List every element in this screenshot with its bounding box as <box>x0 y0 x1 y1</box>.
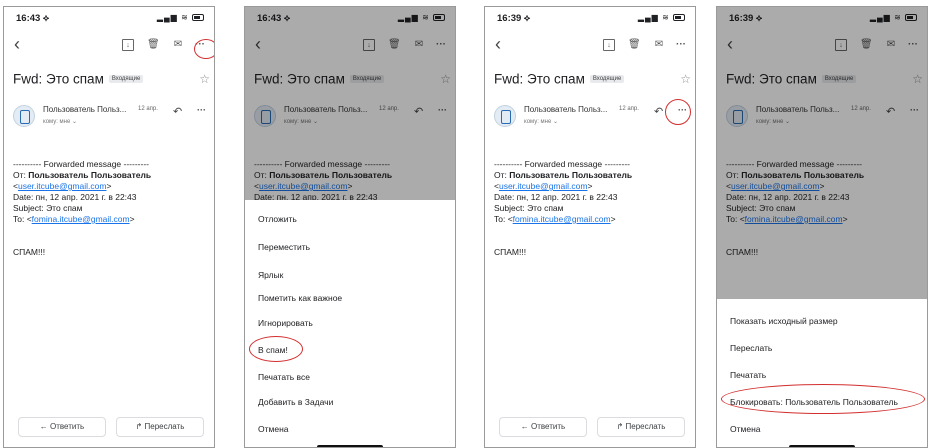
email-body: ---------- Forwarded message --------- О… <box>13 159 213 258</box>
menu-item-cancel[interactable]: Отмена <box>730 424 761 434</box>
from-line: От: Пользователь Пользователь <box>494 170 633 180</box>
email-date: 12 апр. <box>138 106 158 112</box>
to-line: To: <fomina.itcube@gmail.com> <box>13 214 135 224</box>
menu-item-snooze[interactable]: Отложить <box>258 214 297 224</box>
highlight-circle-spam <box>249 336 303 362</box>
battery-icon <box>192 14 204 22</box>
wifi-icon: ≋ <box>181 13 189 22</box>
actions-sheet: Отложить Переместить Ярлык Пометить как … <box>245 200 455 447</box>
screen-2-actions-menu: 16:43 ⟡ ▂▄▆ ≋ ‹ ↓ 🗑 ✉ ··· Fwd: Это спам В… <box>244 6 456 448</box>
bottom-actions: ← Ответить ↱ Переслать <box>485 417 695 443</box>
menu-item-label[interactable]: Ярлык <box>258 270 283 280</box>
sender-row: Пользователь Польз... 12 апр. кому: мне … <box>494 103 694 133</box>
menu-item-show-original-size[interactable]: Показать исходный размер <box>730 316 838 326</box>
menu-item-mark-important[interactable]: Пометить как важное <box>258 293 342 303</box>
menu-item-mute[interactable]: Игнорировать <box>258 318 313 328</box>
sender-name: Пользователь Польз... <box>43 105 127 114</box>
email-subject: Fwd: Это спам Входящие ☆ <box>13 70 213 90</box>
forward-header: ---------- Forwarded message --------- <box>13 159 149 169</box>
inbox-label-badge[interactable]: Входящие <box>589 74 625 83</box>
sender-name: Пользователь Польз... <box>524 105 608 114</box>
battery-icon <box>673 14 685 22</box>
from-email-line: <user.itcube@gmail.com> <box>13 181 112 191</box>
star-icon[interactable]: ☆ <box>680 72 691 86</box>
message-actions-sheet: Показать исходный размер Переслать Печат… <box>717 299 927 447</box>
status-time: 16:39 ⟡ <box>497 13 531 24</box>
screen-3-email-view: 16:39 ⟡ ▂▄▆ ≋ ‹ ↓ 🗑 ✉ ··· Fwd: Это спам В… <box>484 6 696 448</box>
body-text: СПАМ!!! <box>13 247 46 257</box>
body-text: СПАМ!!! <box>494 247 527 257</box>
date-line: Date: пн, 12 апр. 2021 г. в 22:43 <box>494 192 618 202</box>
sender-row: Пользователь Польз... 12 апр. кому: мне … <box>13 103 213 133</box>
from-email-link[interactable]: user.itcube@gmail.com <box>499 181 587 191</box>
to-email-link[interactable]: fomina.itcube@gmail.com <box>32 214 130 224</box>
toolbar: ‹ ↓ 🗑 ✉ ··· <box>485 31 695 59</box>
status-bar: 16:43 ⟡ ▂▄▆ ≋ <box>4 7 214 29</box>
reply-button[interactable]: ← Ответить <box>18 417 106 437</box>
trash-icon[interactable]: 🗑 <box>147 39 160 51</box>
back-arrow-icon[interactable]: ‹ <box>495 34 501 55</box>
screen-4-message-menu: 16:39 ⟡ ▂▄▆ ≋ ‹ ↓ 🗑 ✉ ··· Fwd: Это спам В… <box>716 6 928 448</box>
system-icons: ▂▄▆ ≋ <box>157 13 204 22</box>
subject-line: Subject: Это спам <box>494 203 564 213</box>
highlight-circle-sender-more <box>665 99 691 125</box>
subject-title: Fwd: Это спам <box>13 71 104 87</box>
subject-line: Subject: Это спам <box>13 203 83 213</box>
sender-more-icon[interactable]: ··· <box>197 105 206 115</box>
signal-icon: ▂▄▆ <box>637 13 659 22</box>
menu-item-move[interactable]: Переместить <box>258 242 310 252</box>
highlight-circle-more <box>194 39 214 59</box>
reply-button[interactable]: ← Ответить <box>499 417 587 437</box>
archive-icon[interactable]: ↓ <box>603 39 615 51</box>
menu-item-add-to-tasks[interactable]: Добавить в Задачи <box>258 397 333 407</box>
star-icon[interactable]: ☆ <box>199 72 210 86</box>
email-date: 12 апр. <box>619 106 639 112</box>
from-email-line: <user.itcube@gmail.com> <box>494 181 593 191</box>
wifi-icon: ≋ <box>662 13 670 22</box>
sender-avatar <box>494 105 516 127</box>
mail-icon[interactable]: ✉ <box>653 39 665 51</box>
more-options-icon[interactable]: ··· <box>675 39 687 51</box>
menu-item-forward[interactable]: Переслать <box>730 343 772 353</box>
reply-icon[interactable]: ↶ <box>654 105 663 118</box>
inbox-label-badge[interactable]: Входящие <box>108 74 144 83</box>
status-time: 16:43 ⟡ <box>16 13 50 24</box>
menu-item-print[interactable]: Печатать <box>730 370 766 380</box>
recipient-toggle[interactable]: кому: мне ⌄ <box>524 118 558 125</box>
trash-icon[interactable]: 🗑 <box>628 39 641 51</box>
highlight-circle-block <box>721 384 925 414</box>
dim-overlay[interactable] <box>245 7 455 200</box>
system-icons: ▂▄▆ ≋ <box>638 13 685 22</box>
forward-button[interactable]: ↱ Переслать <box>597 417 685 437</box>
to-email-link[interactable]: fomina.itcube@gmail.com <box>513 214 611 224</box>
status-bar: 16:39 ⟡ ▂▄▆ ≋ <box>485 7 695 29</box>
subject-title: Fwd: Это спам <box>494 71 585 87</box>
from-email-link[interactable]: user.itcube@gmail.com <box>18 181 106 191</box>
reply-icon[interactable]: ↶ <box>173 105 182 118</box>
toolbar: ‹ ↓ 🗑 ✉ ··· <box>4 31 214 59</box>
email-body: ---------- Forwarded message --------- О… <box>494 159 694 258</box>
bottom-actions: ← Ответить ↱ Переслать <box>4 417 214 443</box>
menu-item-print-all[interactable]: Печатать все <box>258 372 310 382</box>
email-subject: Fwd: Это спам Входящие ☆ <box>494 70 694 90</box>
to-line: To: <fomina.itcube@gmail.com> <box>494 214 616 224</box>
archive-icon[interactable]: ↓ <box>122 39 134 51</box>
signal-icon: ▂▄▆ <box>156 13 178 22</box>
mail-icon[interactable]: ✉ <box>172 39 184 51</box>
forward-button[interactable]: ↱ Переслать <box>116 417 204 437</box>
from-line: От: Пользователь Пользователь <box>13 170 152 180</box>
recipient-toggle[interactable]: кому: мне ⌄ <box>43 118 77 125</box>
date-line: Date: пн, 12 апр. 2021 г. в 22:43 <box>13 192 137 202</box>
dim-overlay[interactable] <box>717 7 927 299</box>
sender-avatar <box>13 105 35 127</box>
screen-1-email-view: 16:43 ⟡ ▂▄▆ ≋ ‹ ↓ 🗑 ✉ ··· Fwd: Это спам В… <box>3 6 215 448</box>
forward-header: ---------- Forwarded message --------- <box>494 159 630 169</box>
menu-item-cancel[interactable]: Отмена <box>258 424 289 434</box>
back-arrow-icon[interactable]: ‹ <box>14 34 20 55</box>
